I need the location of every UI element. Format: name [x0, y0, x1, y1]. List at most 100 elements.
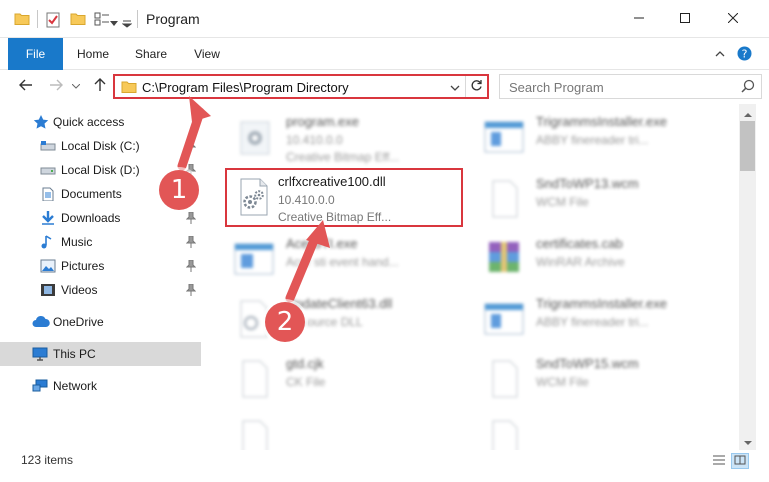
sidebar-item-label: Music: [61, 235, 93, 249]
maximize-button[interactable]: [662, 0, 708, 38]
sidebar-item-this-pc[interactable]: This PC: [0, 342, 201, 366]
dll-file-icon: [231, 174, 277, 220]
file-name: certificates.cab: [536, 236, 623, 251]
generic-file-icon: [481, 176, 527, 222]
quick-access-toolbar-icon[interactable]: [121, 17, 133, 31]
callout-1: 1: [159, 170, 199, 210]
chevron-down-icon: [71, 79, 81, 93]
file-item-certificates-cab[interactable]: certificates.cab WinRAR Archive: [475, 228, 715, 288]
videos-icon: [40, 283, 56, 297]
close-icon: [727, 12, 739, 26]
maximize-icon: [680, 12, 690, 26]
file-item-crlfxcreative100-dll[interactable]: crlfxcreative100.dll 10.410.0.0 Creative…: [225, 168, 463, 227]
file-name: AcerSTI.exe: [286, 236, 358, 251]
file-item-program-exe[interactable]: program.exe 10.410.0.0 Creative Bitmap E…: [225, 106, 465, 166]
large-icons-view-icon: [734, 454, 746, 468]
file-description: ABBY finereader tri...: [536, 133, 649, 147]
sidebar-item-label: Pictures: [61, 259, 105, 273]
file-name: UpdateClient63.dll: [286, 296, 393, 311]
expand-ribbon-icon[interactable]: [714, 48, 726, 63]
address-dropdown-button[interactable]: [447, 78, 463, 96]
file-item-acersti-exe[interactable]: AcerSTI.exe Acer sti event hand...: [225, 228, 465, 288]
address-bar[interactable]: C:\Program Files\Program Directory: [113, 74, 489, 99]
vertical-scrollbar[interactable]: [739, 104, 756, 450]
refresh-button[interactable]: [465, 76, 487, 97]
title-bar: Program: [0, 0, 769, 38]
scroll-up-button[interactable]: [739, 104, 756, 121]
sidebar-item-videos[interactable]: Videos: [0, 278, 205, 302]
minimize-button[interactable]: [616, 0, 662, 38]
chevron-down-icon: [450, 80, 460, 94]
search-box[interactable]: Search Program: [499, 74, 762, 99]
up-button[interactable]: [90, 76, 110, 96]
tab-view[interactable]: View: [184, 38, 230, 70]
back-button[interactable]: [16, 76, 36, 96]
file-item-gtd-cjk[interactable]: gtd.cjk CK File: [225, 348, 465, 408]
file-type: CK File: [286, 375, 326, 389]
file-type: WCM File: [536, 195, 589, 209]
search-icon[interactable]: [741, 79, 755, 96]
computer-icon: [32, 347, 48, 361]
tab-share[interactable]: Share: [128, 38, 174, 70]
large-icons-view-button[interactable]: [731, 453, 749, 469]
minimize-icon: [634, 12, 644, 26]
help-icon[interactable]: ?: [737, 46, 752, 64]
details-view-button[interactable]: [710, 453, 728, 469]
exe-file-icon: [231, 114, 277, 160]
pictures-icon: [40, 259, 56, 273]
installer-icon: [481, 114, 527, 160]
generic-file-icon: [481, 356, 527, 402]
customize-dropdown-icon[interactable]: [110, 16, 118, 30]
item-count: 123 items: [21, 453, 74, 467]
file-item-trigramms-installer-2[interactable]: TrigrammsInstaller.exe ABBY finereader t…: [475, 288, 715, 348]
refresh-icon: [470, 79, 483, 95]
music-icon: [40, 235, 56, 249]
forward-button[interactable]: [46, 76, 66, 96]
file-type: WinRAR Archive: [536, 255, 625, 269]
file-item-updateclient63-dll[interactable]: UpdateClient63.dll Resource DLL: [225, 288, 465, 348]
file-name: SndToWP15.wcm: [536, 356, 639, 371]
address-path[interactable]: C:\Program Files\Program Directory: [142, 80, 349, 95]
view-icon[interactable]: [94, 12, 110, 26]
close-button[interactable]: [710, 0, 756, 38]
folder-icon[interactable]: [14, 12, 30, 26]
pin-icon[interactable]: [185, 283, 197, 299]
sidebar-item-music[interactable]: Music: [0, 230, 205, 254]
sidebar-item-label: Network: [53, 379, 98, 393]
pin-icon[interactable]: [185, 259, 197, 275]
file-name: program.exe: [286, 114, 359, 129]
sidebar-item-network[interactable]: Network: [0, 374, 205, 398]
file-item-sndtowp15-wcm[interactable]: SndToWP15.wcm WCM File: [475, 348, 715, 408]
sidebar-item-onedrive[interactable]: OneDrive: [0, 310, 205, 334]
new-folder-icon[interactable]: [70, 12, 86, 26]
download-icon: [40, 211, 56, 225]
file-type: WCM File: [536, 375, 589, 389]
scroll-thumb[interactable]: [740, 121, 755, 171]
pin-icon[interactable]: [185, 139, 197, 155]
file-name: SndToWP13.wcm: [536, 176, 639, 191]
installer-icon: [481, 296, 527, 342]
pin-icon[interactable]: [185, 235, 197, 251]
status-bar: 123 items: [0, 450, 769, 482]
cloud-icon: [32, 315, 50, 329]
file-item-trigramms-installer[interactable]: TrigrammsInstaller.exe ABBY finereader t…: [475, 106, 715, 166]
file-item-sndtowp13-wcm[interactable]: SndToWP13.wcm WCM File: [475, 168, 715, 228]
file-description: Creative Bitmap Eff...: [286, 150, 400, 164]
svg-text:?: ?: [742, 48, 748, 61]
pin-icon[interactable]: [185, 211, 197, 227]
chevron-up-icon: [743, 106, 752, 120]
sidebar-item-local-disk-c[interactable]: Local Disk (C:): [0, 134, 205, 158]
properties-icon[interactable]: [45, 12, 61, 28]
tab-file[interactable]: File: [8, 38, 63, 70]
sidebar-item-pictures[interactable]: Pictures: [0, 254, 205, 278]
sidebar-item-quick-access[interactable]: Quick access: [0, 110, 205, 134]
search-input[interactable]: Search Program: [509, 80, 604, 95]
arrow-right-icon: [49, 79, 63, 94]
file-name: gtd.cjk: [286, 356, 324, 371]
tab-home[interactable]: Home: [70, 38, 116, 70]
file-item-partial-2: [475, 408, 715, 450]
recent-locations-button[interactable]: [70, 76, 82, 96]
file-version: 10.410.0.0: [278, 193, 335, 207]
scroll-down-button[interactable]: [739, 433, 756, 450]
file-description: Acer sti event hand...: [286, 255, 399, 269]
